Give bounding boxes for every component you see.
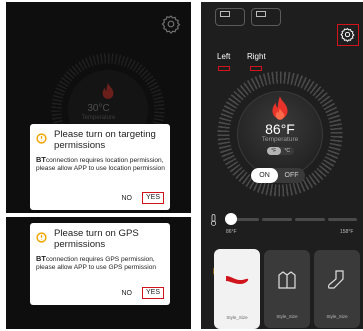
dialog-body-bold: BT	[36, 254, 46, 263]
boot-icon	[328, 270, 344, 289]
settings-button[interactable]	[337, 24, 359, 46]
dialog-body-bold: BT	[36, 155, 46, 164]
location-icon	[36, 133, 47, 144]
dialog-body: BTconnection requires location permissio…	[36, 156, 165, 172]
unit-toggle[interactable]: °F °C	[267, 147, 294, 155]
right-device-chip[interactable]	[251, 8, 281, 26]
power-on-option[interactable]: ON	[251, 168, 278, 183]
vest-icon	[278, 271, 296, 289]
no-button[interactable]: NO	[121, 195, 132, 202]
left-phone-screen: 30°C Temperature Please turn on targetin…	[6, 2, 191, 329]
temperature-label: Temperature	[261, 136, 299, 143]
power-toggle[interactable]: ON OFF	[251, 168, 305, 183]
left-side-selector[interactable]: Left	[217, 46, 230, 71]
dialog-actions: NO YES	[121, 192, 164, 204]
style-name: Style_Size	[226, 315, 248, 320]
yes-button[interactable]: YES	[141, 287, 164, 299]
flame-icon	[272, 96, 288, 120]
right-side-label: Right	[247, 52, 266, 61]
left-side-label: Left	[217, 52, 231, 61]
battery-icon	[217, 66, 230, 71]
slider-segment	[295, 218, 325, 221]
sock-icon	[226, 276, 249, 284]
device-icon	[220, 11, 230, 17]
right-phone-screen: Left Right 86°F Temperature °F °C ON OFF…	[201, 2, 363, 329]
slider-segment	[328, 218, 357, 221]
slider-min-label: 86°F	[226, 229, 237, 235]
gps-permission-dialog: Please turn on GPS permissions BTconnect…	[30, 223, 170, 305]
slider-max-label: 158°F	[340, 229, 354, 235]
dialog-title: Please turn on targeting permissions	[54, 129, 156, 151]
dialog-body-text: connection requires location permission,…	[36, 157, 165, 172]
celsius-option[interactable]: °C	[281, 147, 295, 155]
no-button[interactable]: NO	[121, 290, 132, 297]
dialog-title: Please turn on GPS permissions	[54, 228, 139, 250]
slider-segment	[262, 218, 292, 221]
yes-button[interactable]: YES	[141, 192, 164, 204]
power-off-option[interactable]: OFF	[278, 168, 305, 183]
style-tile-vest[interactable]: Style_Size	[264, 250, 310, 328]
style-name: Style_Size	[276, 314, 298, 319]
temperature-value: 86°F	[265, 121, 295, 137]
device-icon	[256, 11, 266, 17]
dialog-body: BTconnection requires GPS permission, pl…	[36, 255, 165, 271]
temperature-slider-track[interactable]	[229, 218, 357, 221]
style-tile-boot[interactable]: Style_Size	[314, 250, 360, 328]
location-permission-dialog: Please turn on targeting permissions BTc…	[30, 124, 170, 210]
screenshot-divider	[6, 213, 191, 217]
location-icon	[36, 232, 47, 243]
dialog-actions: NO YES	[121, 287, 164, 299]
temperature-slider-handle[interactable]	[225, 213, 237, 225]
gear-icon	[340, 27, 355, 42]
fahrenheit-option[interactable]: °F	[267, 147, 281, 155]
thermometer-icon	[210, 214, 217, 226]
right-side-selector[interactable]: Right	[247, 46, 266, 71]
dialog-body-text: connection requires GPS permission, plea…	[36, 256, 157, 271]
style-name: Style_Size	[326, 314, 348, 319]
left-device-chip[interactable]	[215, 8, 245, 26]
style-tile-sock[interactable]: Style_Size	[214, 249, 260, 329]
